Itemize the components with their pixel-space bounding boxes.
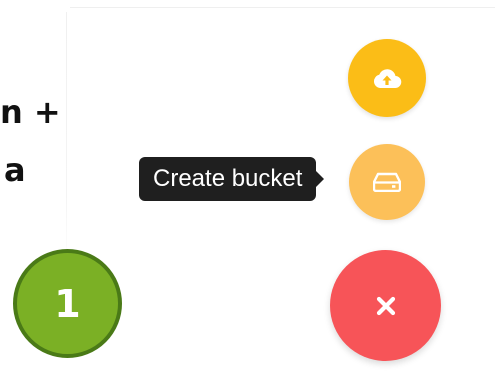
cloud-upload-icon — [372, 67, 402, 89]
step-number: 1 — [54, 281, 81, 326]
app-stage: n + a 1 Create bucket — [0, 0, 495, 377]
close-icon — [375, 295, 397, 317]
panel-divider — [66, 12, 67, 272]
bucket-icon — [373, 172, 401, 192]
tooltip-text: Create bucket — [153, 165, 303, 192]
create-bucket-tooltip: Create bucket — [139, 157, 325, 201]
cropped-text-line-2: a — [4, 151, 26, 189]
close-menu-button[interactable] — [330, 250, 441, 361]
step-number-badge: 1 — [13, 249, 122, 358]
top-divider — [70, 7, 495, 8]
cropped-text-line-1: n + — [0, 93, 61, 131]
upload-file-button[interactable] — [348, 39, 426, 117]
create-bucket-button[interactable] — [349, 144, 425, 220]
